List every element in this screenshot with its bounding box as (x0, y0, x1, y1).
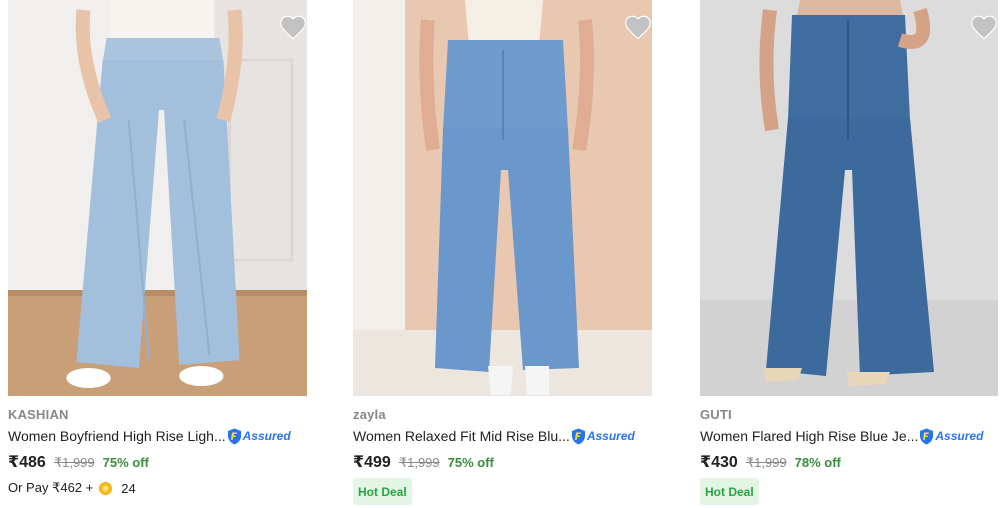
coins-count: 24 (121, 480, 136, 496)
product-title[interactable]: Women Relaxed Fit Mid Rise Blu... (353, 428, 570, 444)
assured-label: Assured (935, 429, 984, 443)
heart-icon (625, 15, 651, 40)
product-brand: GUTI (700, 407, 732, 422)
selling-price: ₹486 (8, 454, 46, 471)
assured-badge: Assured (571, 428, 635, 445)
supercoin-icon (99, 481, 113, 495)
assured-label: Assured (586, 429, 635, 443)
assured-badge: Assured (919, 428, 983, 445)
flipkart-assured-icon (920, 428, 934, 444)
heart-icon (971, 15, 997, 40)
product-card[interactable]: GUTI Women Flared High Rise Blue Je... A… (700, 0, 998, 508)
selling-price: ₹499 (353, 454, 391, 471)
supercoin-offer: Or Pay ₹462 + 24 (8, 480, 136, 496)
discount-percent: 78% off (794, 455, 841, 470)
hot-deal-badge: Hot Deal (353, 478, 412, 505)
flipkart-assured-icon (227, 428, 241, 444)
original-price: ₹1,999 (398, 455, 440, 470)
flipkart-assured-icon (571, 428, 585, 444)
product-card[interactable]: KASHIAN Women Boyfriend High Rise Ligh..… (8, 0, 307, 508)
original-price: ₹1,999 (745, 455, 787, 470)
assured-label: Assured (242, 429, 291, 443)
product-image[interactable] (700, 0, 998, 396)
product-image[interactable] (8, 0, 307, 396)
hot-deal-badge: Hot Deal (700, 478, 759, 505)
original-price: ₹1,999 (53, 455, 95, 470)
product-title[interactable]: Women Flared High Rise Blue Je... (700, 428, 918, 444)
heart-icon (280, 15, 306, 40)
wishlist-button[interactable] (279, 14, 307, 40)
product-card[interactable]: zayla Women Relaxed Fit Mid Rise Blu... … (353, 0, 652, 508)
product-brand: KASHIAN (8, 407, 69, 422)
discount-percent: 75% off (447, 455, 494, 470)
pay-with-coins-text: Or Pay ₹462 + (8, 480, 94, 495)
wishlist-button[interactable] (624, 14, 652, 40)
assured-badge: Assured (227, 428, 291, 445)
product-title[interactable]: Women Boyfriend High Rise Ligh... (8, 428, 226, 444)
wishlist-button[interactable] (970, 14, 998, 40)
discount-percent: 75% off (102, 455, 149, 470)
selling-price: ₹430 (700, 454, 738, 471)
product-image[interactable] (353, 0, 652, 396)
product-brand: zayla (353, 407, 386, 422)
